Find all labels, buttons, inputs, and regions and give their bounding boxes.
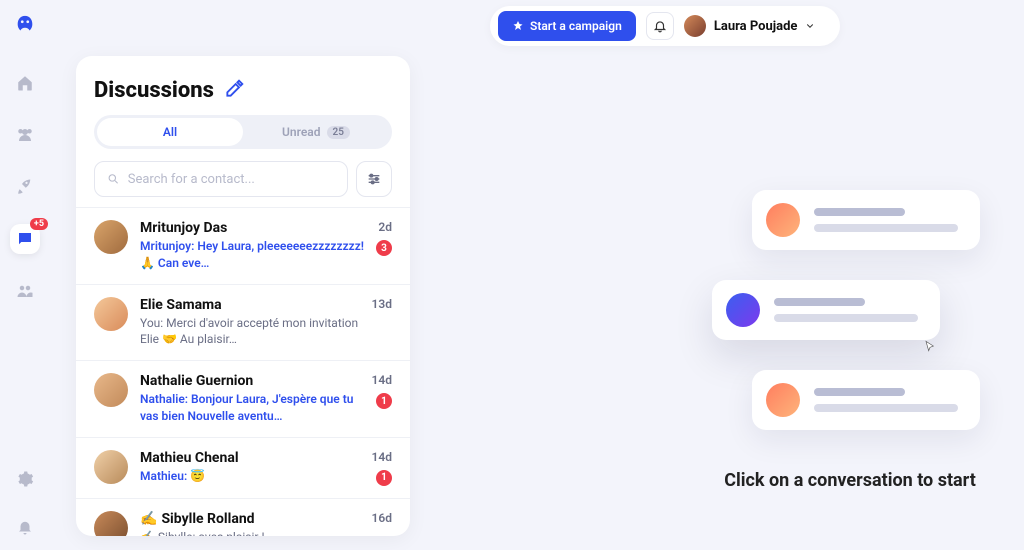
empty-state: Click on a conversation to start <box>700 190 1000 491</box>
top-bar: Start a campaign Laura Poujade <box>490 6 840 46</box>
contact-avatar <box>94 450 128 484</box>
conversation-list: Mritunjoy Das Mritunjoy: Hey Laura, pleee… <box>76 207 410 536</box>
people-icon <box>16 282 34 300</box>
sidebar-chat-badge: +5 <box>30 218 48 230</box>
sidebar-item-contacts[interactable] <box>10 276 40 306</box>
gear-icon <box>16 470 34 488</box>
contact-avatar <box>94 297 128 331</box>
user-menu[interactable]: Laura Poujade <box>684 15 816 37</box>
unread-badge: 1 <box>376 470 392 486</box>
message-preview: Mathieu: 😇 <box>140 468 360 485</box>
bell-icon <box>653 19 667 33</box>
search-input[interactable] <box>128 172 335 187</box>
sidebar-item-campaigns[interactable] <box>10 172 40 202</box>
contact-name: Mathieu Chenal <box>140 450 239 466</box>
contact-avatar <box>94 220 128 254</box>
conversation-row[interactable]: ✍️Sibylle Rolland ✍️ Sibylle: avec plaisi… <box>76 499 410 536</box>
search-icon <box>107 172 120 186</box>
bell-icon <box>16 518 34 536</box>
filter-tabs: All Unread 25 <box>94 115 392 149</box>
users-icon <box>16 126 34 144</box>
conversation-row[interactable]: Mathieu Chenal Mathieu: 😇 14d 1 <box>76 438 410 499</box>
contact-avatar <box>94 373 128 407</box>
placeholder-card <box>752 370 980 430</box>
sidebar-item-home[interactable] <box>10 68 40 98</box>
tab-all[interactable]: All <box>97 118 243 146</box>
message-preview: You: Merci d'avoir accepté mon invitatio… <box>140 315 360 349</box>
placeholder-avatar <box>726 293 760 327</box>
placeholder-avatar <box>766 383 800 417</box>
edit-icon <box>224 79 244 99</box>
contact-avatar <box>94 511 128 536</box>
home-icon <box>16 74 34 92</box>
search-box[interactable] <box>94 161 348 197</box>
discussions-panel: Discussions All Unread 25 Mritunjoy DasM… <box>76 56 410 536</box>
conversation-row[interactable]: Mritunjoy Das Mritunjoy: Hey Laura, pleee… <box>76 207 410 285</box>
user-avatar <box>684 15 706 37</box>
message-preview: Nathalie: Bonjour Laura, J'espère que tu… <box>140 391 360 425</box>
placeholder-card <box>752 190 980 250</box>
sidebar-item-settings[interactable] <box>10 464 40 494</box>
sidebar-item-chat[interactable]: +5 <box>10 224 40 254</box>
chat-icon <box>16 230 34 248</box>
sidebar-bottom <box>0 464 50 542</box>
start-campaign-label: Start a campaign <box>530 19 622 33</box>
rocket-icon <box>16 178 34 196</box>
tab-unread[interactable]: Unread 25 <box>243 118 389 146</box>
notifications-button[interactable] <box>646 12 674 40</box>
conversation-time: 2d <box>378 220 392 234</box>
sidebar-item-alerts[interactable] <box>10 512 40 542</box>
panel-title: Discussions <box>94 78 214 103</box>
compose-button[interactable] <box>224 79 244 103</box>
app-logo <box>14 14 36 36</box>
user-name-label: Laura Poujade <box>714 19 798 34</box>
message-preview: ✍️ Sibylle: avec plaisir ! <box>140 529 360 536</box>
cursor-icon <box>922 340 938 356</box>
conversation-time: 16d <box>372 511 392 525</box>
contact-name: Nathalie Guernion <box>140 373 253 389</box>
conversation-time: 13d <box>372 297 392 311</box>
unread-badge: 1 <box>376 393 392 409</box>
placeholder-card <box>712 280 940 340</box>
chevron-down-icon <box>805 21 815 31</box>
start-campaign-button[interactable]: Start a campaign <box>498 11 636 41</box>
conversation-row[interactable]: Elie Samama You: Merci d'avoir accepté mo… <box>76 285 410 362</box>
filter-button[interactable] <box>356 161 392 197</box>
sidebar-item-team[interactable] <box>10 120 40 150</box>
unread-badge: 3 <box>376 240 392 256</box>
conversation-row[interactable]: Nathalie Guernion Nathalie: Bonjour Laura… <box>76 361 410 438</box>
conversation-time: 14d <box>372 373 392 387</box>
rocket-icon <box>512 20 524 32</box>
contact-name: ✍️Sibylle Rolland <box>140 511 255 527</box>
message-preview: Mritunjoy: Hey Laura, pleeeeeeezzzzzzzz!… <box>140 238 364 272</box>
conversation-time: 14d <box>372 450 392 464</box>
unread-count-badge: 25 <box>327 126 350 139</box>
placeholder-avatar <box>766 203 800 237</box>
empty-state-headline: Click on a conversation to start <box>724 470 976 491</box>
sliders-icon <box>366 171 382 187</box>
contact-name: Elie Samama <box>140 297 222 313</box>
contact-name: Mritunjoy Das <box>140 220 227 236</box>
